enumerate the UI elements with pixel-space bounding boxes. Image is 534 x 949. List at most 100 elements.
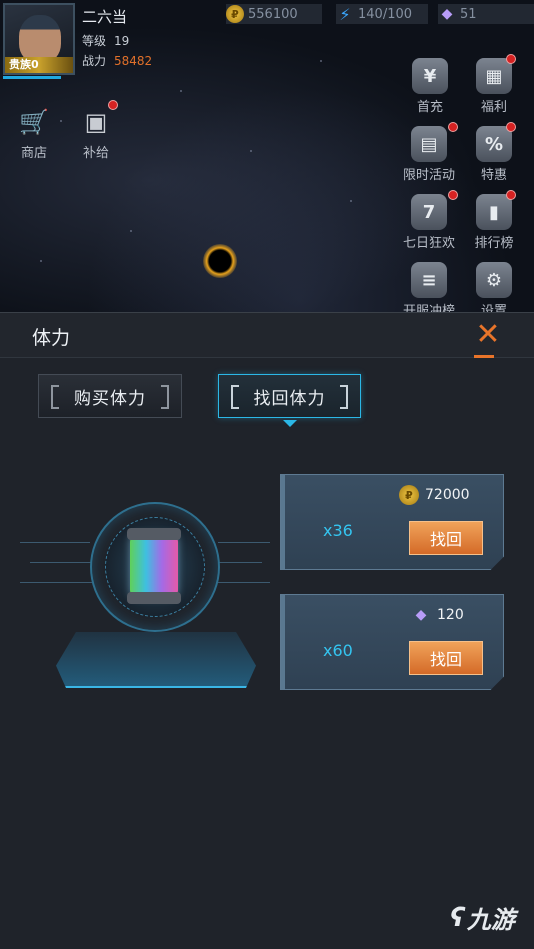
circuit-line xyxy=(20,542,90,543)
watermark-logo: ʕ 九游 xyxy=(450,900,515,935)
shop-button[interactable]: 🛒 商店 xyxy=(6,104,62,161)
exp-bar xyxy=(3,76,61,79)
gold-coin-icon: ₽ xyxy=(399,485,419,505)
star xyxy=(40,260,42,262)
level-value: 19 xyxy=(114,34,130,48)
server-race-icon: ≡ xyxy=(411,262,447,298)
offer-quantity: x60 xyxy=(323,641,353,660)
stamina-canister-icon xyxy=(127,528,181,604)
crystal-icon: ◆ xyxy=(415,607,427,623)
close-icon: ✕ xyxy=(475,317,501,352)
circuit-line xyxy=(30,562,92,563)
gold-amount: 556100 xyxy=(248,6,298,22)
tab-recover-stamina-label: 找回体力 xyxy=(253,388,326,409)
power-label: 战力 xyxy=(82,54,107,68)
notification-dot xyxy=(506,122,516,132)
hologram-pedestal xyxy=(56,632,256,688)
tab-recover-stamina[interactable]: 找回体力 xyxy=(218,374,361,418)
crystal-resource[interactable]: ◆ 51 xyxy=(438,4,534,24)
bracket-left xyxy=(231,385,239,409)
stamina-resource[interactable]: ⚡ 140/100 xyxy=(336,4,428,24)
offer-cost-value: 120 xyxy=(437,607,464,623)
watermark-mark-icon: ʕ xyxy=(450,902,465,933)
star xyxy=(350,200,352,202)
notification-dot xyxy=(448,122,458,132)
discount-icon: % xyxy=(476,126,512,162)
welfare-label: 福利 xyxy=(480,100,507,115)
first-recharge-label: 首充 xyxy=(416,100,443,115)
server-race-button[interactable]: ≡ 开服冲榜 xyxy=(394,262,464,316)
circuit-line xyxy=(218,542,270,543)
recover-offer-card: ◆ 120 x60 找回 xyxy=(280,594,504,690)
ranking-button[interactable]: ▮ 排行榜 xyxy=(466,190,522,251)
close-button[interactable]: ✕ xyxy=(472,320,504,352)
game-scene: 贵族0 二六当 等级 19 战力 58482 ₽ 556100 ⚡ 140/100 … xyxy=(0,0,534,316)
seven-day-icon: 7 xyxy=(411,194,447,230)
special-offer-label: 特惠 xyxy=(480,168,507,183)
recover-button[interactable]: 找回 xyxy=(409,521,483,555)
level-label: 等级 xyxy=(82,34,107,48)
recover-button[interactable]: 找回 xyxy=(409,641,483,675)
active-tab-indicator xyxy=(283,420,297,427)
player-avatar[interactable]: 贵族0 xyxy=(3,3,75,75)
first-recharge-button[interactable]: ¥ 首充 xyxy=(402,58,458,115)
offer-cost: ₽ 72000 xyxy=(399,485,470,505)
recover-offer-card: ₽ 72000 x36 找回 xyxy=(280,474,504,570)
card-accent-bar xyxy=(281,595,285,689)
notification-dot xyxy=(448,190,458,200)
bracket-right xyxy=(340,385,348,409)
ranking-label: 排行榜 xyxy=(474,236,514,251)
limited-event-label: 限时活动 xyxy=(402,168,455,183)
circuit-line xyxy=(20,582,92,583)
vip-badge: 贵族0 xyxy=(5,57,73,73)
bracket-right xyxy=(161,385,169,409)
shop-label: 商店 xyxy=(20,146,47,161)
crystal-amount: 51 xyxy=(460,6,477,22)
offer-cost-value: 72000 xyxy=(425,487,470,503)
star xyxy=(250,150,252,152)
power-value: 58482 xyxy=(114,54,153,68)
avatar-portrait xyxy=(19,15,61,63)
special-offer-button[interactable]: % 特惠 xyxy=(466,122,522,183)
calendar-icon: ▤ xyxy=(411,126,447,162)
shop-cart-icon: 🛒 xyxy=(19,108,49,136)
notification-dot xyxy=(506,190,516,200)
star xyxy=(130,230,132,232)
notification-dot xyxy=(506,54,516,64)
panel-header: 体力 ✕ xyxy=(0,312,534,358)
supply-button[interactable]: ▣ 补给 xyxy=(68,100,124,161)
limited-event-button[interactable]: ▤ 限时活动 xyxy=(394,122,464,183)
circuit-line xyxy=(218,562,262,563)
seven-day-label: 七日狂欢 xyxy=(402,236,455,251)
watermark-text: 九游 xyxy=(466,906,515,934)
gold-coin-icon: ₽ xyxy=(226,5,244,23)
gold-resource[interactable]: ₽ 556100 xyxy=(226,4,322,24)
welfare-button[interactable]: ▦ 福利 xyxy=(466,54,522,115)
bracket-left xyxy=(51,385,59,409)
tab-buy-stamina-label: 购买体力 xyxy=(74,388,146,409)
player-level: 等级 19 xyxy=(82,32,129,49)
card-accent-bar xyxy=(281,475,285,569)
gift-icon: ▦ xyxy=(476,58,512,94)
close-underline xyxy=(474,355,494,358)
settings-button[interactable]: ⚙ 设置 xyxy=(466,262,522,316)
stamina-amount: 140/100 xyxy=(358,6,413,22)
star xyxy=(320,60,322,62)
seven-day-button[interactable]: 7 七日狂欢 xyxy=(394,190,464,251)
supply-label: 补给 xyxy=(82,146,109,161)
first-recharge-icon: ¥ xyxy=(412,58,448,94)
panel-title: 体力 xyxy=(32,327,71,349)
tab-buy-stamina[interactable]: 购买体力 xyxy=(38,374,182,418)
stamina-canister-illustration xyxy=(20,482,270,702)
offer-quantity: x36 xyxy=(323,521,353,540)
stamina-bolt-icon: ⚡ xyxy=(339,4,351,24)
offer-cost: ◆ 120 xyxy=(411,605,464,625)
ranking-icon: ▮ xyxy=(476,194,512,230)
player-name: 二六当 xyxy=(82,8,128,26)
notification-dot xyxy=(108,100,118,110)
gear-icon: ⚙ xyxy=(476,262,512,298)
star xyxy=(180,90,182,92)
stamina-panel: 体力 ✕ 购买体力 找回体力 ₽ 72000 x36 找回 ◆ 120 x60 … xyxy=(0,312,534,949)
player-power: 战力 58482 xyxy=(82,52,152,69)
supply-box-icon: ▣ xyxy=(84,108,108,136)
